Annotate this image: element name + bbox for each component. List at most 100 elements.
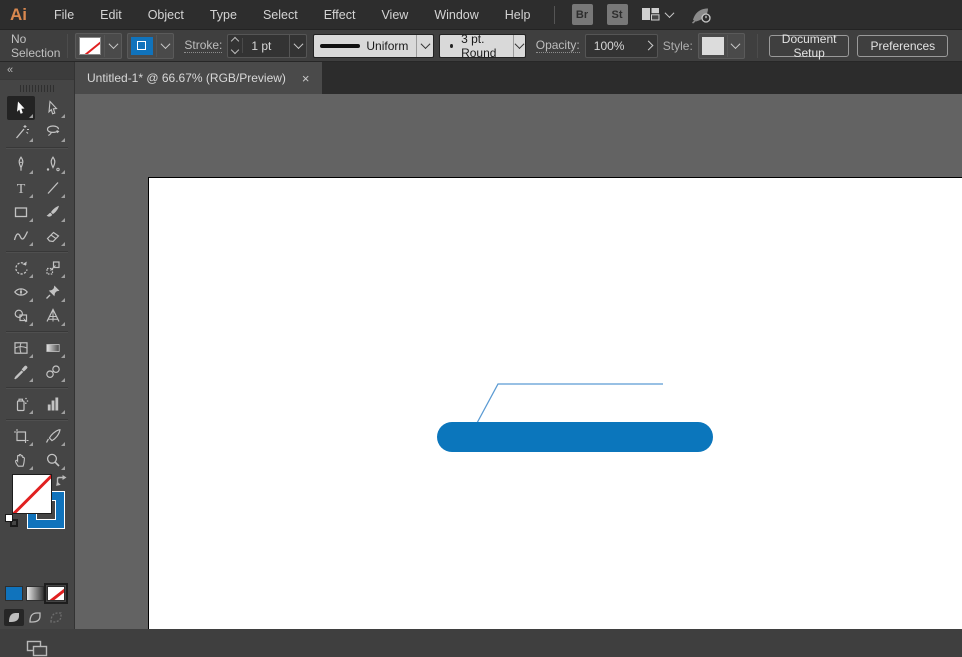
perspective-grid-icon [46, 308, 60, 322]
rounded-rectangle-shape[interactable] [437, 422, 713, 452]
shape-builder-tool[interactable] [7, 304, 35, 328]
panel-grip[interactable] [20, 85, 54, 92]
draw-normal-button[interactable] [4, 609, 24, 626]
column-graph-icon [47, 397, 59, 411]
draw-inside-button [46, 609, 66, 626]
stock-button[interactable]: St [606, 4, 628, 25]
blend-icon [46, 365, 60, 379]
brush-definition-dropdown[interactable]: 3 pt. Round [439, 32, 526, 60]
paintbrush-tool[interactable] [39, 200, 67, 224]
tool-group-divider [6, 419, 68, 421]
opacity-value[interactable]: 100% [586, 39, 640, 53]
close-tab-icon[interactable]: × [302, 71, 310, 86]
document-tab-title: Untitled-1* @ 66.67% (RGB/Preview) [87, 71, 286, 85]
fill-proxy-none[interactable] [12, 474, 52, 514]
mesh-tool[interactable] [7, 336, 35, 360]
step-up-icon[interactable] [231, 36, 240, 46]
menu-item-type[interactable]: Type [197, 0, 250, 30]
scale-tool[interactable] [39, 256, 67, 280]
fill-swatch-none[interactable] [79, 36, 102, 55]
stroke-label[interactable]: Stroke: [184, 38, 223, 53]
arrow-right-icon[interactable] [643, 40, 654, 51]
collapse-panel-button[interactable]: « [0, 62, 74, 80]
chevron-down-icon[interactable] [512, 34, 525, 57]
variable-width-profile-dropdown[interactable]: Uniform [313, 33, 435, 58]
chevron-down-icon[interactable] [156, 34, 173, 57]
document-tab-bar: Untitled-1* @ 66.67% (RGB/Preview) × [75, 62, 962, 94]
zoom-tool[interactable] [39, 448, 67, 472]
line-segment-icon [47, 182, 59, 194]
style-dropdown[interactable] [697, 32, 745, 59]
menu-item-effect[interactable]: Effect [311, 0, 369, 30]
none-button[interactable] [44, 583, 68, 604]
rotate-icon [15, 261, 28, 275]
slice-tool[interactable] [39, 424, 67, 448]
fill-stroke-indicator [0, 474, 74, 582]
symbol-sprayer-tool[interactable] [7, 392, 35, 416]
change-screen-mode-button[interactable] [0, 640, 74, 657]
stroke-weight-value[interactable]: 1 pt [243, 39, 289, 53]
preferences-button[interactable]: Preferences [857, 34, 949, 57]
puppet-warp-tool[interactable] [39, 280, 67, 304]
direct-selection-icon [48, 100, 58, 115]
stroke-color-dropdown[interactable] [127, 32, 175, 59]
color-type-buttons [0, 583, 74, 604]
gradient-button[interactable] [26, 586, 44, 601]
menu-item-edit[interactable]: Edit [87, 0, 135, 30]
menu-item-file[interactable]: File [41, 0, 87, 30]
opacity-label[interactable]: Opacity: [535, 38, 580, 53]
line-segment-tool[interactable] [39, 176, 67, 200]
step-down-icon[interactable] [231, 45, 240, 55]
workspace-switcher[interactable] [641, 7, 674, 22]
gradient-tool[interactable] [39, 336, 67, 360]
blend-tool[interactable] [39, 360, 67, 384]
chevron-down-icon[interactable] [104, 34, 121, 57]
menu-item-help[interactable]: Help [492, 0, 544, 30]
chevron-down-icon[interactable] [289, 34, 306, 57]
opacity-field[interactable]: 100% [584, 33, 658, 58]
chevron-down-icon[interactable] [416, 34, 433, 57]
menu-item-window[interactable]: Window [421, 0, 491, 30]
divider [67, 33, 69, 58]
curvature-tool[interactable] [39, 152, 67, 176]
fill-color-dropdown[interactable] [75, 32, 123, 59]
menu-bar: Ai File Edit Object Type Select Effect View Win… [0, 0, 962, 30]
tool-group-divider [6, 147, 68, 149]
stroke-weight-stepper[interactable] [228, 36, 244, 55]
stroke-swatch-blue[interactable] [131, 36, 154, 55]
document-setup-button[interactable]: Document Setup [768, 32, 850, 60]
path-line-segment[interactable] [476, 383, 663, 424]
hand-tool[interactable] [7, 448, 35, 472]
rectangle-tool[interactable] [7, 200, 35, 224]
workspace-switcher-icon [641, 8, 659, 21]
lasso-tool[interactable] [39, 120, 67, 144]
selection-tool[interactable] [7, 96, 35, 120]
width-tool[interactable] [7, 280, 35, 304]
menu-item-view[interactable]: View [368, 0, 421, 30]
column-graph-tool[interactable] [39, 392, 67, 416]
swap-fill-stroke-icon[interactable] [54, 474, 70, 495]
perspective-grid-tool[interactable] [39, 304, 67, 328]
rotate-tool[interactable] [7, 256, 35, 280]
default-fill-stroke-icon[interactable] [5, 514, 18, 527]
document-canvas[interactable] [75, 94, 962, 629]
eraser-tool[interactable] [39, 224, 67, 248]
shaper-tool[interactable] [7, 224, 35, 248]
style-swatch[interactable] [701, 36, 724, 55]
eyedropper-tool[interactable] [7, 360, 35, 384]
color-button[interactable] [5, 586, 23, 601]
document-tab[interactable]: Untitled-1* @ 66.67% (RGB/Preview) × [75, 62, 322, 94]
chevron-down-icon[interactable] [726, 34, 744, 57]
gpu-performance-button[interactable] [691, 6, 713, 24]
stroke-weight-field[interactable]: 1 pt [227, 33, 308, 58]
magic-wand-tool[interactable] [7, 120, 35, 144]
tool-group-divider [6, 387, 68, 389]
direct-selection-tool[interactable] [39, 96, 67, 120]
bridge-button[interactable]: Br [571, 4, 593, 25]
type-tool[interactable]: T [7, 176, 35, 200]
artboard-tool-tool[interactable] [7, 424, 35, 448]
pen-tool[interactable] [7, 152, 35, 176]
menu-item-select[interactable]: Select [250, 0, 311, 30]
menu-item-object[interactable]: Object [135, 0, 197, 30]
draw-behind-button[interactable] [25, 609, 45, 626]
